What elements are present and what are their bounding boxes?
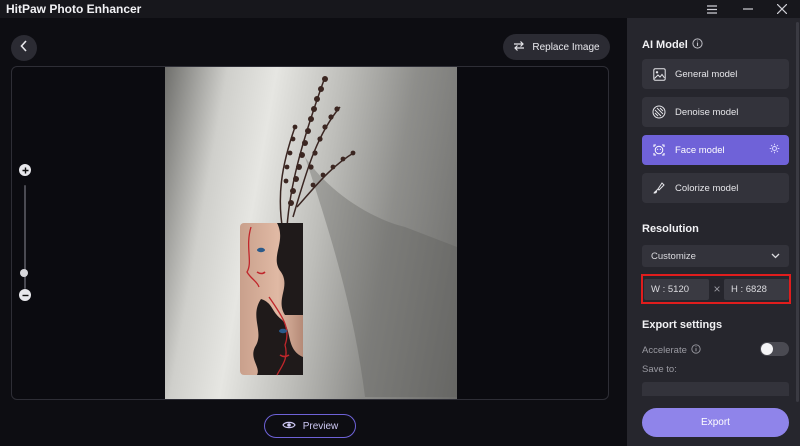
swap-icon — [513, 40, 525, 54]
save-to-field[interactable] — [642, 382, 789, 396]
close-icon[interactable] — [769, 0, 795, 18]
app-title: HitPaw Photo Enhancer — [6, 2, 142, 16]
image-icon — [652, 67, 666, 81]
save-to-label: Save to: — [642, 364, 677, 375]
minimize-icon[interactable] — [735, 0, 761, 18]
export-settings-title: Export settings — [642, 319, 723, 331]
info-icon[interactable] — [691, 344, 701, 357]
face-model-label: Face model — [675, 144, 725, 156]
eye-icon — [282, 420, 296, 433]
preview-label: Preview — [302, 420, 339, 432]
preview-button[interactable]: Preview — [264, 414, 356, 438]
image-canvas[interactable] — [11, 66, 609, 400]
photo-vase-with-faces — [165, 67, 457, 399]
replace-image-label: Replace Image — [532, 41, 600, 53]
denoise-icon — [652, 105, 666, 119]
chevron-left-icon — [20, 39, 28, 57]
accelerate-label: Accelerate — [642, 345, 687, 356]
settings-panel: AI Model General model Denoise model Fac… — [627, 18, 800, 446]
colorize-model-label: Colorize model — [675, 182, 739, 194]
ai-model-title: AI Model — [642, 39, 688, 51]
height-field[interactable]: H : 6828 — [724, 279, 789, 300]
accelerate-toggle[interactable] — [760, 342, 789, 356]
resolution-select[interactable]: Customize — [642, 245, 789, 267]
resolution-title: Resolution — [642, 223, 699, 235]
accelerate-row: Accelerate — [642, 344, 701, 357]
title-bar: HitPaw Photo Enhancer — [0, 0, 800, 18]
gear-icon[interactable] — [769, 143, 780, 157]
face-icon — [652, 143, 666, 157]
menu-icon[interactable] — [699, 0, 725, 18]
width-field[interactable]: W : 5120 — [644, 279, 709, 300]
face-model-button[interactable]: Face model — [642, 135, 789, 165]
chevron-down-icon — [771, 251, 780, 262]
dimension-separator: × — [713, 282, 721, 296]
toggle-knob — [761, 343, 773, 355]
zoom-out-button[interactable] — [19, 289, 31, 301]
general-model-button[interactable]: General model — [642, 59, 789, 89]
zoom-slider-handle[interactable] — [20, 269, 28, 277]
ai-model-heading: AI Model — [642, 38, 703, 52]
colorize-model-button[interactable]: Colorize model — [642, 173, 789, 203]
zoom-in-button[interactable] — [19, 164, 31, 176]
resolution-select-value: Customize — [651, 250, 696, 262]
export-button[interactable]: Export — [642, 408, 789, 437]
general-model-label: General model — [675, 68, 738, 80]
replace-image-button[interactable]: Replace Image — [503, 34, 610, 60]
denoise-model-label: Denoise model — [675, 106, 739, 118]
denoise-model-button[interactable]: Denoise model — [642, 97, 789, 127]
panel-scrollbar[interactable] — [796, 22, 799, 402]
brush-icon — [652, 181, 666, 195]
export-label: Export — [701, 417, 730, 428]
workspace: Replace Image Preview — [0, 18, 627, 446]
dimensions-group: W : 5120 × H : 6828 — [641, 274, 791, 304]
info-icon[interactable] — [692, 38, 703, 52]
back-button[interactable] — [11, 35, 37, 61]
